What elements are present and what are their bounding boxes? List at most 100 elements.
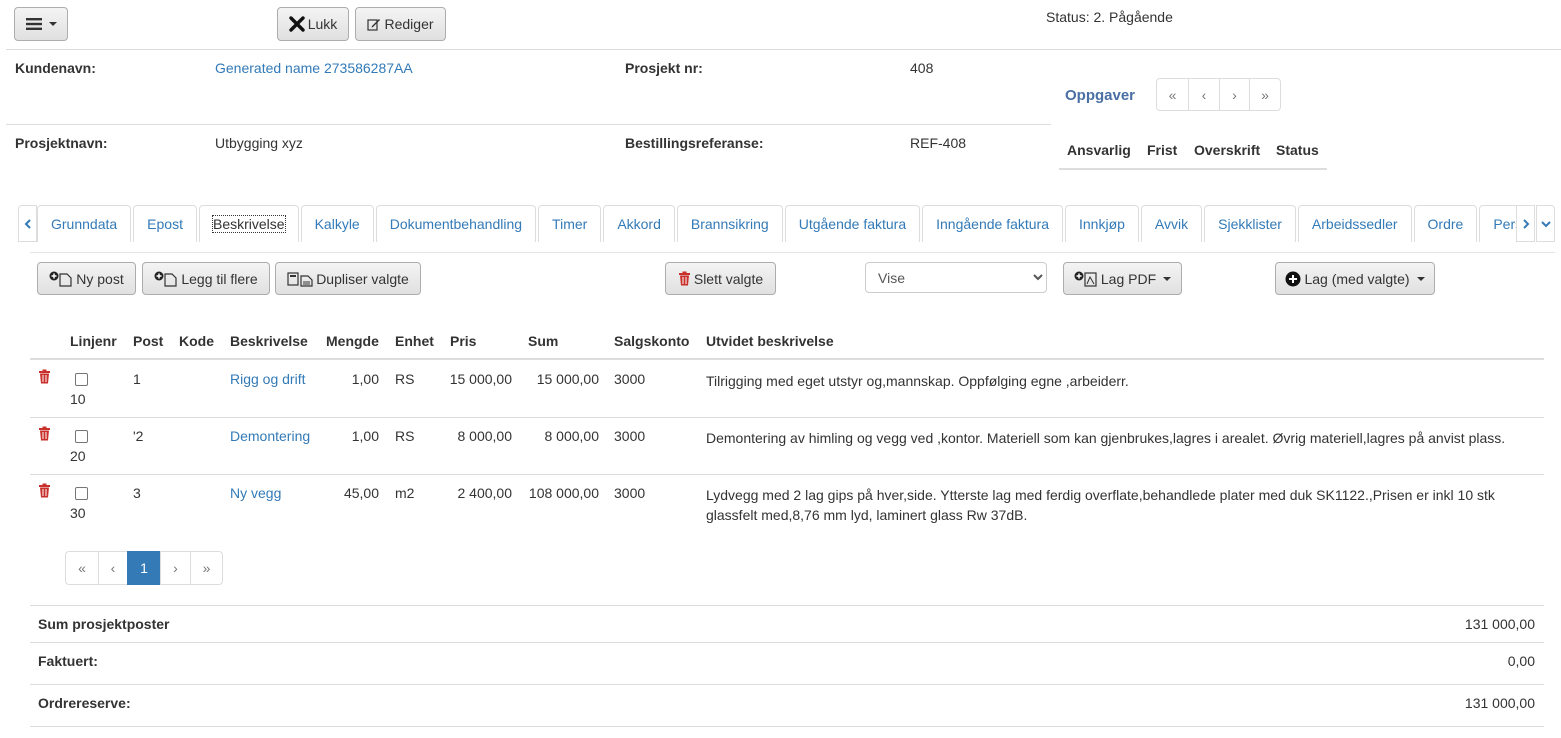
vise-select[interactable]: Vise <box>865 262 1047 293</box>
pager-prev[interactable]: ‹ <box>98 551 128 585</box>
tab-arbeidssedler[interactable]: Arbeidssedler <box>1297 205 1412 242</box>
project-status: Status: 2. Pågående <box>1046 9 1173 25</box>
ordrereserve-value: 131 000,00 <box>1464 695 1535 711</box>
delete-row-icon[interactable] <box>38 483 51 498</box>
row-beskrivelse-link[interactable]: Ny vegg <box>230 485 281 501</box>
pager-first[interactable]: « <box>65 551 99 585</box>
row-post: '2 <box>133 428 144 444</box>
divider <box>30 684 1544 685</box>
lag-med-valgte-button[interactable]: Lag (med valgte) <box>1275 262 1435 295</box>
pager-prev[interactable]: ‹ <box>1188 78 1220 111</box>
tab-kalkyle[interactable]: Kalkyle <box>300 205 374 242</box>
tab-label: Epost <box>147 216 183 232</box>
row-checkbox[interactable] <box>75 430 88 443</box>
col-mengde[interactable]: Mengde <box>326 333 379 349</box>
col-salgskonto[interactable]: Salgskonto <box>614 333 689 349</box>
tab-grunndata[interactable]: Grunndata <box>37 205 132 242</box>
row-beskrivelse-link[interactable]: Demontering <box>230 428 310 444</box>
tab-timer[interactable]: Timer <box>538 205 602 242</box>
col-linjenr[interactable]: Linjenr <box>70 333 117 349</box>
tab-utgående-faktura[interactable]: Utgående faktura <box>784 205 921 242</box>
tab-label: Ordre <box>1427 216 1464 232</box>
slett-valgte-button[interactable]: Slett valgte <box>665 262 776 295</box>
row-linjenr: 20 <box>70 448 86 464</box>
col-post[interactable]: Post <box>133 333 163 349</box>
tab-scroll-right[interactable] <box>1516 205 1535 242</box>
pager-first[interactable]: « <box>1156 78 1189 111</box>
pager-next[interactable]: › <box>160 551 191 585</box>
slett-valgte-label: Slett valgte <box>693 270 764 287</box>
tab-innkjøp[interactable]: Innkjøp <box>1065 205 1139 242</box>
tab-avvik[interactable]: Avvik <box>1140 205 1203 242</box>
tab-label: Brannsikring <box>690 216 769 232</box>
menu-button[interactable] <box>14 7 68 41</box>
oppgaver-header-border <box>1059 168 1327 170</box>
legg-til-flere-button[interactable]: Legg til flere <box>142 262 270 295</box>
pager-page-1[interactable]: 1 <box>127 551 161 585</box>
edit-icon <box>367 19 381 31</box>
pdf-icon <box>1074 271 1097 287</box>
col-enhet[interactable]: Enhet <box>395 333 434 349</box>
delete-row-icon[interactable] <box>38 426 51 441</box>
tab-ordre[interactable]: Ordre <box>1413 205 1478 242</box>
kundenavn-link[interactable]: Generated name 273586287AA <box>215 60 413 76</box>
ny-post-label: Ny post <box>76 270 124 287</box>
tab-akkord[interactable]: Akkord <box>603 205 675 242</box>
row-pris: 15 000,00 <box>449 371 512 387</box>
tab-inngående-faktura[interactable]: Inngående faktura <box>922 205 1063 242</box>
ny-post-button[interactable]: Ny post <box>37 262 136 295</box>
prosjektnr-label: Prosjekt nr: <box>625 60 703 76</box>
row-mengde: 45,00 <box>343 485 379 501</box>
oppgaver-col-overskrift[interactable]: Overskrift <box>1194 142 1260 158</box>
oppgaver-col-frist[interactable]: Frist <box>1147 142 1177 158</box>
delete-row-icon[interactable] <box>38 369 51 384</box>
row-checkbox[interactable] <box>75 373 88 386</box>
row-enhet: m2 <box>395 485 415 501</box>
oppgaver-col-ansvarlig[interactable]: Ansvarlig <box>1067 142 1131 158</box>
row-divider <box>30 417 1544 418</box>
row-salgskonto: 3000 <box>614 428 646 444</box>
row-sum: 108 000,00 <box>528 485 599 501</box>
dupliser-valgte-button[interactable]: Dupliser valgte <box>275 262 421 295</box>
tab-label: Dokumentbehandling <box>389 216 523 232</box>
tab-scroll-left[interactable] <box>18 205 37 242</box>
pager-last[interactable]: » <box>1249 78 1281 111</box>
legg-til-flere-label: Legg til flere <box>181 270 258 287</box>
col-sum[interactable]: Sum <box>528 333 558 349</box>
ordrereserve-label: Ordrereserve: <box>38 695 131 711</box>
row-post: 1 <box>133 371 141 387</box>
oppgaver-col-status[interactable]: Status <box>1276 142 1319 158</box>
row-beskrivelse-link[interactable]: Rigg og drift <box>230 371 305 387</box>
col-pris[interactable]: Pris <box>450 333 476 349</box>
row-checkbox[interactable] <box>75 487 88 500</box>
row-utvidet-beskrivelse: Demontering av himling og vegg ved ,kont… <box>706 430 1506 446</box>
divider <box>6 49 1561 50</box>
col-kode[interactable]: Kode <box>179 333 214 349</box>
rediger-button[interactable]: Rediger <box>355 7 446 41</box>
chevron-down-icon <box>1540 220 1551 227</box>
tab-dropdown[interactable] <box>1536 205 1555 242</box>
caret-down-icon <box>1163 276 1172 281</box>
sum-label: Sum prosjektposter <box>38 616 170 632</box>
duplicate-icon <box>287 271 313 287</box>
tab-dokumentbehandling[interactable]: Dokumentbehandling <box>375 205 537 242</box>
pager-last[interactable]: » <box>190 551 223 585</box>
row-sum: 8 000,00 <box>544 428 600 444</box>
tab-sjekklister[interactable]: Sjekklister <box>1204 205 1296 242</box>
tab-persona[interactable]: Persona <box>1479 205 1516 242</box>
tab-content-border <box>30 252 1555 253</box>
tab-label: Arbeidssedler <box>1311 216 1398 232</box>
tab-label: Akkord <box>617 216 661 232</box>
tab-epost[interactable]: Epost <box>133 205 197 242</box>
lag-pdf-button[interactable]: Lag PDF <box>1063 262 1182 295</box>
trash-icon <box>678 271 690 286</box>
lukk-button[interactable]: Lukk <box>277 7 349 41</box>
col-utvidet-beskrivelse[interactable]: Utvidet beskrivelse <box>706 333 834 349</box>
tab-brannsikring[interactable]: Brannsikring <box>676 205 783 242</box>
col-beskrivelse[interactable]: Beskrivelse <box>230 333 308 349</box>
row-post: 3 <box>133 485 141 501</box>
pager-next[interactable]: › <box>1219 78 1250 111</box>
tab-label: Persona <box>1493 216 1516 232</box>
divider <box>30 642 1544 643</box>
tab-beskrivelse[interactable]: Beskrivelse <box>198 205 299 242</box>
